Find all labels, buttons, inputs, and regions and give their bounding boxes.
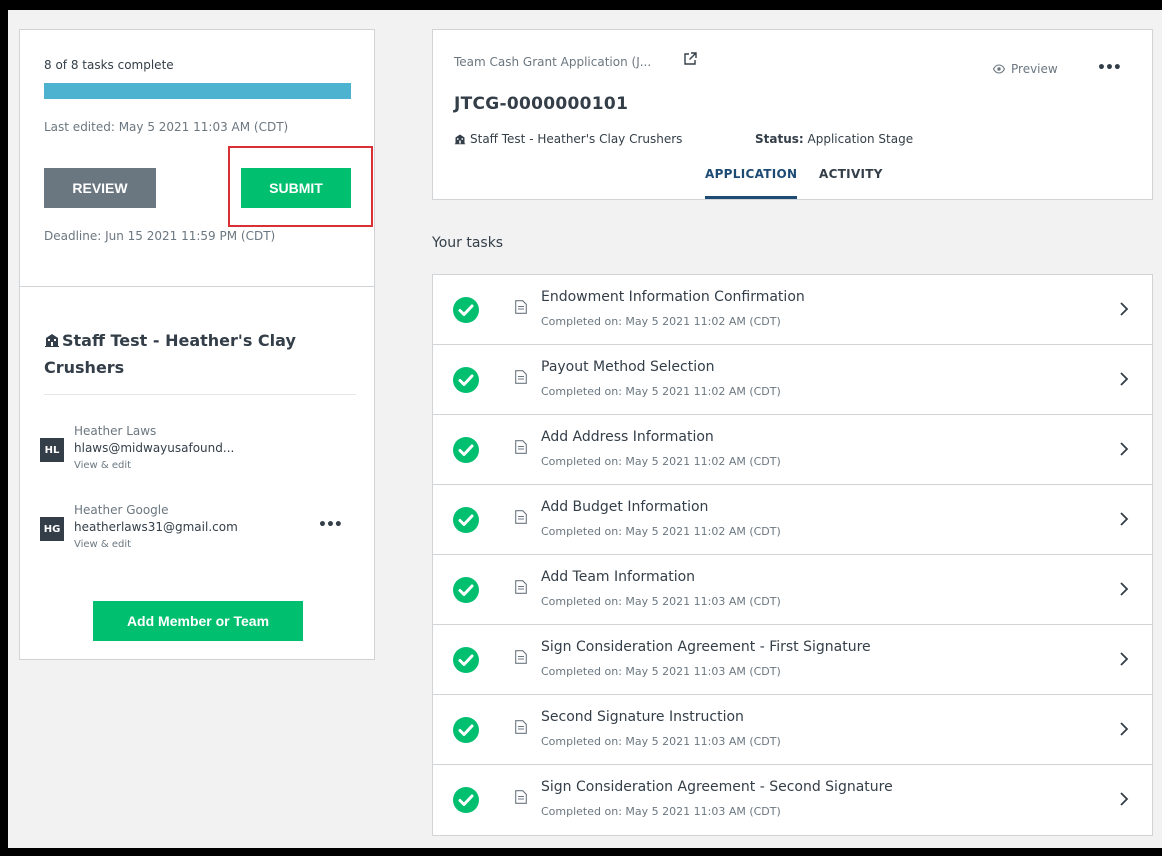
document-icon [515,650,527,664]
view-edit-link[interactable]: View & edit [74,539,131,550]
task-row[interactable]: Sign Consideration Agreement - Second Si… [433,765,1152,835]
status-value: Application Stage [807,132,914,146]
task-title: Second Signature Instruction [541,709,744,725]
building-icon [454,134,466,145]
avatar: HG [40,517,64,541]
document-icon [515,580,527,594]
task-title: Sign Consideration Agreement - First Sig… [541,639,871,655]
document-icon [515,720,527,734]
deadline: Deadline: Jun 15 2021 11:59 PM (CDT) [44,229,276,243]
task-completed-date: Completed on: May 5 2021 11:02 AM (CDT) [541,455,781,468]
chevron-right-icon[interactable] [1119,301,1129,317]
avatar: HL [40,438,64,462]
task-title: Endowment Information Confirmation [541,289,805,305]
task-row[interactable]: Payout Method Selection Completed on: May… [433,345,1152,415]
chevron-right-icon[interactable] [1119,791,1129,807]
tab-application[interactable]: APPLICATION [705,167,797,181]
chevron-right-icon[interactable] [1119,581,1129,597]
task-completed-date: Completed on: May 5 2021 11:03 AM (CDT) [541,805,781,818]
task-completed-date: Completed on: May 5 2021 11:03 AM (CDT) [541,665,781,678]
tasks-heading: Your tasks [432,235,504,251]
task-row[interactable]: Sign Consideration Agreement - First Sig… [433,625,1152,695]
application-header: Team Cash Grant Application (J... Previe… [432,29,1153,200]
external-link-icon[interactable] [683,52,697,66]
page-canvas: 8 of 8 tasks complete Last edited: May 5… [8,10,1162,848]
preview-button[interactable]: Preview [993,62,1058,76]
document-icon [515,440,527,454]
eye-icon [993,64,1005,74]
tasks-complete-count: 8 of 8 tasks complete [44,58,174,72]
view-edit-link[interactable]: View & edit [74,460,131,471]
more-options-icon[interactable]: ••• [1097,60,1122,76]
task-row[interactable]: Add Budget Information Completed on: May … [433,485,1152,555]
check-circle-icon [453,437,479,463]
task-row[interactable]: Endowment Information Confirmation Comple… [433,275,1152,345]
chevron-right-icon[interactable] [1119,721,1129,737]
submit-button[interactable]: SUBMIT [241,168,351,208]
member-row: HL Heather Laws hlaws@midwayusafound... … [40,424,360,480]
task-list: Endowment Information Confirmation Comple… [432,274,1153,836]
task-title: Add Team Information [541,569,696,585]
document-icon [515,790,527,804]
task-completed-date: Completed on: May 5 2021 11:03 AM (CDT) [541,595,781,608]
progress-fill [44,83,351,99]
check-circle-icon [453,507,479,533]
progress-bar [44,83,351,99]
member-row: HG Heather Google heatherlaws31@gmail.co… [40,503,360,559]
team-heading: Staff Test - Heather's Clay Crushers [44,327,334,381]
tab-activity[interactable]: ACTIVITY [819,167,883,181]
last-edited: Last edited: May 5 2021 11:03 AM (CDT) [44,120,289,134]
status-label: Status: [755,132,804,146]
document-icon [515,300,527,314]
active-tab-indicator [705,196,797,199]
task-row[interactable]: Second Signature Instruction Completed on… [433,695,1152,765]
add-member-button[interactable]: Add Member or Team [93,601,303,641]
member-name: Heather Laws [74,424,157,438]
building-icon [45,334,59,347]
task-title: Add Budget Information [541,499,709,515]
summary-panel: 8 of 8 tasks complete Last edited: May 5… [19,29,375,660]
team-divider [44,394,356,395]
task-row[interactable]: Add Address Information Completed on: May… [433,415,1152,485]
chevron-right-icon[interactable] [1119,511,1129,527]
task-completed-date: Completed on: May 5 2021 11:02 AM (CDT) [541,385,781,398]
task-completed-date: Completed on: May 5 2021 11:02 AM (CDT) [541,315,781,328]
application-title[interactable]: Team Cash Grant Application (J... [454,55,651,69]
organization-name: Staff Test - Heather's Clay Crushers [470,132,683,146]
check-circle-icon [453,717,479,743]
review-button[interactable]: REVIEW [44,168,156,208]
task-completed-date: Completed on: May 5 2021 11:02 AM (CDT) [541,525,781,538]
check-circle-icon [453,577,479,603]
preview-label: Preview [1011,62,1058,76]
application-id: JTCG-0000000101 [454,94,629,114]
task-title: Sign Consideration Agreement - Second Si… [541,779,893,795]
check-circle-icon [453,297,479,323]
panel-divider [20,286,374,287]
chevron-right-icon[interactable] [1119,441,1129,457]
organization: Staff Test - Heather's Clay Crushers [454,132,682,146]
task-title: Payout Method Selection [541,359,715,375]
document-icon [515,510,527,524]
check-circle-icon [453,367,479,393]
check-circle-icon [453,647,479,673]
task-title: Add Address Information [541,429,714,445]
member-email: heatherlaws31@gmail.com [74,520,238,534]
member-name: Heather Google [74,503,169,517]
task-row[interactable]: Add Team Information Completed on: May 5 … [433,555,1152,625]
more-options-icon[interactable]: ••• [318,517,343,533]
chevron-right-icon[interactable] [1119,651,1129,667]
member-email: hlaws@midwayusafound... [74,441,235,455]
status: Status: Application Stage [755,132,913,146]
chevron-right-icon[interactable] [1119,371,1129,387]
document-icon [515,370,527,384]
task-completed-date: Completed on: May 5 2021 11:03 AM (CDT) [541,735,781,748]
team-name: Staff Test - Heather's Clay Crushers [44,331,296,377]
check-circle-icon [453,787,479,813]
